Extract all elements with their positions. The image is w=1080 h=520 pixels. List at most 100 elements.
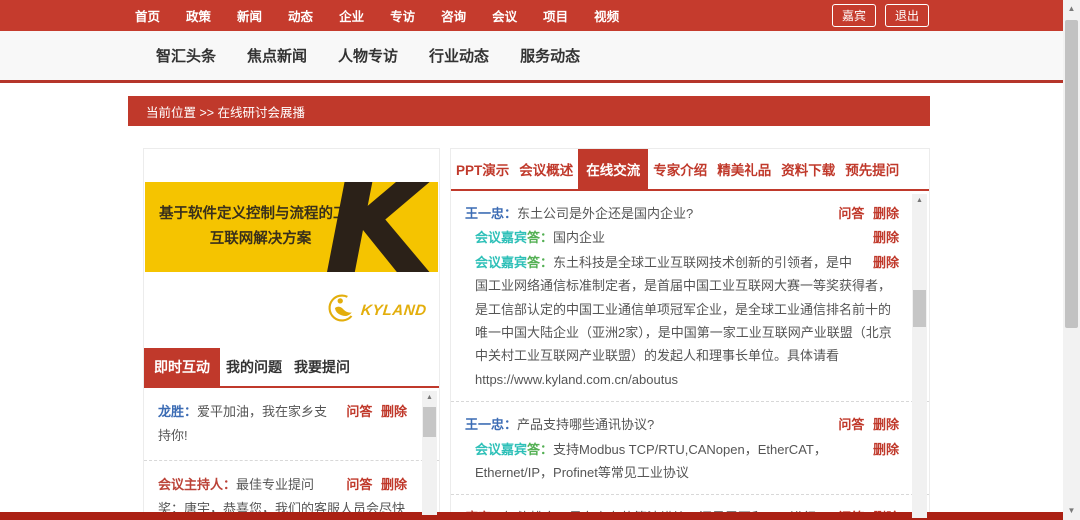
top-nav-enterprise[interactable]: 企业 (339, 6, 364, 25)
secondary-nav-bar: 智汇头条 焦点新闻 人物专访 行业动态 服务动态 (0, 31, 1063, 83)
top-nav-interview[interactable]: 专访 (390, 6, 415, 25)
delete-link[interactable]: 删除 (873, 442, 899, 457)
question-actions: 问答 删除 (833, 413, 899, 436)
scroll-down-icon[interactable]: ▼ (1063, 504, 1080, 518)
kyland-brand-text: KYLAND (360, 302, 427, 319)
answer-author: 会议嘉宾 (475, 442, 527, 457)
delete-link[interactable]: 删除 (381, 477, 407, 492)
tab-my-questions[interactable]: 我的问题 (220, 348, 288, 386)
right-panel-scrollbar[interactable]: ▲ (912, 194, 927, 518)
bottom-red-bar (0, 512, 1063, 520)
webinar-left-panel: 基于软件定义控制与流程的工业 互联网解决方案 K (143, 148, 440, 516)
question-author: 王一忠： (465, 206, 517, 221)
tab-ppt-demo[interactable]: PPT演示 (451, 149, 514, 189)
webinar-banner: 基于软件定义控制与流程的工业 互联网解决方案 K (145, 150, 438, 335)
top-nav-home[interactable]: 首页 (135, 6, 160, 25)
subnav-service-trends[interactable]: 服务动态 (520, 45, 580, 66)
subnav-focus-news[interactable]: 焦点新闻 (247, 45, 307, 66)
browser-scrollbar[interactable]: ▲ ▼ (1063, 0, 1080, 520)
qa-link[interactable]: 问答 (346, 477, 372, 492)
answer-word: 答： (527, 230, 553, 245)
answer-text: 东土科技是全球工业互联网技术创新的引领者，是中国工业网络通信标准制定者，是首届中… (475, 255, 892, 387)
delete-link[interactable]: 删除 (873, 255, 899, 270)
question-row: 问答 删除 王一忠：产品支持哪些通讯协议? (465, 413, 899, 436)
answer-word: 答： (527, 255, 553, 270)
left-tabs: 即时互动 我的问题 我要提问 (144, 348, 439, 388)
left-panel-scrollbar[interactable]: ▲ (422, 391, 437, 515)
content-columns: 基于软件定义控制与流程的工业 互联网解决方案 K (128, 148, 930, 519)
scroll-up-icon[interactable]: ▲ (1063, 2, 1080, 16)
subnav-interviews[interactable]: 人物专访 (338, 45, 398, 66)
delete-link[interactable]: 删除 (873, 230, 899, 245)
question-text: 产品支持哪些通讯协议? (517, 417, 654, 432)
top-nav-trends[interactable]: 动态 (288, 6, 313, 25)
kyland-logo: KYLAND (326, 292, 427, 329)
scrollbar-thumb[interactable] (913, 290, 926, 327)
question-actions: 问答 删除 (833, 202, 899, 225)
banner-k-letter: K (323, 182, 438, 272)
top-bar-buttons: 嘉宾 退出 (832, 4, 929, 27)
delete-link[interactable]: 删除 (381, 404, 407, 419)
top-nav-video[interactable]: 视频 (594, 6, 619, 25)
kyland-logo-icon (326, 292, 358, 329)
answer-row: 删除 会议嘉宾答：支持Modbus TCP/RTU,CANopen，EtherC… (465, 438, 899, 485)
banner-title-line2: 互联网解决方案 (210, 231, 312, 247)
top-nav-consult[interactable]: 咨询 (441, 6, 466, 25)
logout-button[interactable]: 退出 (885, 4, 929, 27)
tab-online-exchange[interactable]: 在线交流 (578, 149, 648, 189)
banner-yellow-band: 基于软件定义控制与流程的工业 互联网解决方案 K (145, 182, 438, 272)
breadcrumb: 当前位置 >> 在线研讨会展播 (128, 96, 930, 126)
message-author: 会议主持人： (158, 477, 236, 492)
guest-button[interactable]: 嘉宾 (832, 4, 876, 27)
page: 首页 政策 新闻 动态 企业 专访 咨询 会议 项目 视频 嘉宾 退出 智汇头条… (0, 0, 1080, 520)
answer-author: 会议嘉宾 (475, 230, 527, 245)
message-actions: 问答 删除 (341, 400, 407, 424)
tab-meeting-overview[interactable]: 会议概述 (514, 149, 578, 189)
answer-actions: 删除 (868, 438, 899, 461)
question-text: 东土公司是外企还是国内企业? (517, 206, 693, 221)
question-row: 问答 删除 王一忠：东土公司是外企还是国内企业? (465, 202, 899, 225)
tab-live-interaction[interactable]: 即时互动 (144, 348, 220, 386)
answer-word: 答： (527, 442, 553, 457)
top-nav-policy[interactable]: 政策 (186, 6, 211, 25)
tab-pre-questions[interactable]: 预先提问 (840, 149, 904, 189)
chat-message: 问答 删除 龙胜：爱平加油，我在家乡支持你! (144, 388, 439, 461)
qa-thread-list: ▲ 问答 删除 王一忠：东土公司是外企还是国内企业? (451, 191, 929, 518)
scrollbar-thumb[interactable] (423, 407, 436, 437)
scrollbar-thumb[interactable] (1065, 20, 1078, 328)
breadcrumb-text: 当前位置 >> 在线研讨会展播 (146, 102, 305, 121)
message-author: 龙胜： (158, 404, 197, 419)
main-content: 当前位置 >> 在线研讨会展播 基于软件定义控制与流程的工业 互联网解决方案 K (128, 96, 930, 519)
tab-downloads[interactable]: 资料下载 (776, 149, 840, 189)
top-nav-project[interactable]: 项目 (543, 6, 568, 25)
subnav-industry-trends[interactable]: 行业动态 (429, 45, 489, 66)
answer-actions: 删除 (868, 251, 899, 274)
qa-link[interactable]: 问答 (346, 404, 372, 419)
question-author: 王一忠： (465, 417, 517, 432)
answer-row: 删除 会议嘉宾答：东土科技是全球工业互联网技术创新的引领者，是中国工业网络通信标… (465, 251, 899, 391)
answer-author: 会议嘉宾 (475, 255, 527, 270)
answer-row: 删除 会议嘉宾答：国内企业 (465, 226, 899, 249)
chat-message: 问答 删除 会议主持人：最佳专业提问奖：唐宇，恭喜您，我们的客服人员会尽快与您联… (144, 461, 439, 515)
answer-text: 国内企业 (553, 230, 605, 245)
scroll-up-icon[interactable]: ▲ (422, 391, 437, 404)
delete-link[interactable]: 删除 (873, 206, 899, 221)
qa-thread: 问答 删除 王一忠：东土公司是外企还是国内企业? 删除 会议嘉宾答：国内企业 (451, 191, 929, 402)
right-tabs: PPT演示 会议概述 在线交流 专家介绍 精美礼品 资料下载 预先提问 (451, 149, 929, 191)
tab-expert-intro[interactable]: 专家介绍 (648, 149, 712, 189)
subnav-headlines[interactable]: 智汇头条 (156, 45, 216, 66)
qa-link[interactable]: 问答 (838, 206, 864, 221)
scroll-up-icon[interactable]: ▲ (912, 194, 927, 207)
delete-link[interactable]: 删除 (873, 417, 899, 432)
tab-ask-question[interactable]: 我要提问 (288, 348, 356, 386)
qa-link[interactable]: 问答 (838, 417, 864, 432)
message-actions: 问答 删除 (341, 473, 407, 497)
top-nav-bar: 首页 政策 新闻 动态 企业 专访 咨询 会议 项目 视频 嘉宾 退出 (0, 0, 1063, 31)
top-nav-news[interactable]: 新闻 (237, 6, 262, 25)
qa-thread: 问答 删除 王一忠：产品支持哪些通讯协议? 删除 会议嘉宾答：支持Modbus … (451, 402, 929, 495)
online-exchange-panel: PPT演示 会议概述 在线交流 专家介绍 精美礼品 资料下载 预先提问 ▲ (450, 148, 930, 519)
top-nav-meeting[interactable]: 会议 (492, 6, 517, 25)
answer-actions: 删除 (868, 226, 899, 249)
tab-gifts[interactable]: 精美礼品 (712, 149, 776, 189)
left-message-list: ▲ 问答 删除 龙胜：爱平加油，我在家乡支持你! 问答 删除 (144, 388, 439, 515)
